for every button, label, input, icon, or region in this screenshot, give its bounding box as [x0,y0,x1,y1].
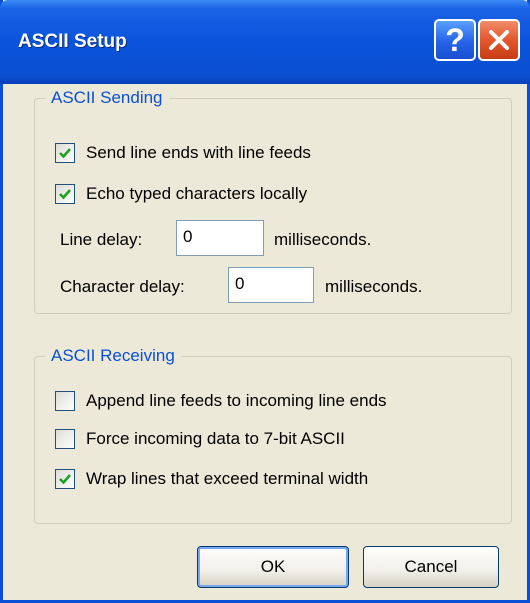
force-7bit-option[interactable]: Force incoming data to 7-bit ASCII [55,429,345,449]
check-icon [59,474,71,485]
character-delay-label: Character delay: [60,277,185,296]
append-line-feeds-checkbox[interactable] [55,391,75,411]
wrap-lines-label: Wrap lines that exceed terminal width [86,469,369,488]
close-button[interactable] [478,19,520,61]
line-delay-input[interactable]: 0 [176,220,264,256]
character-delay-unit: milliseconds. [325,277,423,296]
check-icon [59,148,71,159]
dialog-body: ASCII Sending Send line ends with line f… [3,84,527,600]
append-line-feeds-label: Append line feeds to incoming line ends [86,391,387,410]
send-line-ends-label: Send line ends with line feeds [86,143,311,162]
ascii-receiving-group: ASCII Receiving Append line feeds to inc… [34,346,512,524]
append-line-feeds-option[interactable]: Append line feeds to incoming line ends [55,391,387,411]
line-delay-unit: milliseconds. [274,230,372,249]
check-icon [59,189,71,200]
ascii-sending-legend: ASCII Sending [45,88,169,108]
echo-typed-checkbox[interactable] [55,184,75,204]
window-title: ASCII Setup [18,31,127,52]
echo-typed-label: Echo typed characters locally [86,184,308,203]
send-line-ends-checkbox[interactable] [55,143,75,163]
close-icon [489,30,509,50]
ascii-receiving-legend: ASCII Receiving [45,346,181,366]
help-icon: ? [445,21,465,58]
wrap-lines-checkbox[interactable] [55,469,75,489]
help-button[interactable]: ? [434,19,476,61]
wrap-lines-option[interactable]: Wrap lines that exceed terminal width [55,469,368,489]
ascii-setup-dialog: ASCII Setup ? ASCII Sending Send line en… [0,0,530,603]
ascii-sending-group: ASCII Sending Send line ends with line f… [34,88,512,314]
force-7bit-label: Force incoming data to 7-bit ASCII [86,429,345,448]
ok-button[interactable]: OK [197,546,349,588]
title-bar[interactable]: ASCII Setup ? [0,0,530,84]
character-delay-input[interactable]: 0 [228,267,314,303]
echo-typed-option[interactable]: Echo typed characters locally [55,184,307,204]
force-7bit-checkbox[interactable] [55,429,75,449]
cancel-button[interactable]: Cancel [363,546,499,588]
line-delay-label: Line delay: [60,230,143,249]
send-line-ends-option[interactable]: Send line ends with line feeds [55,143,311,163]
